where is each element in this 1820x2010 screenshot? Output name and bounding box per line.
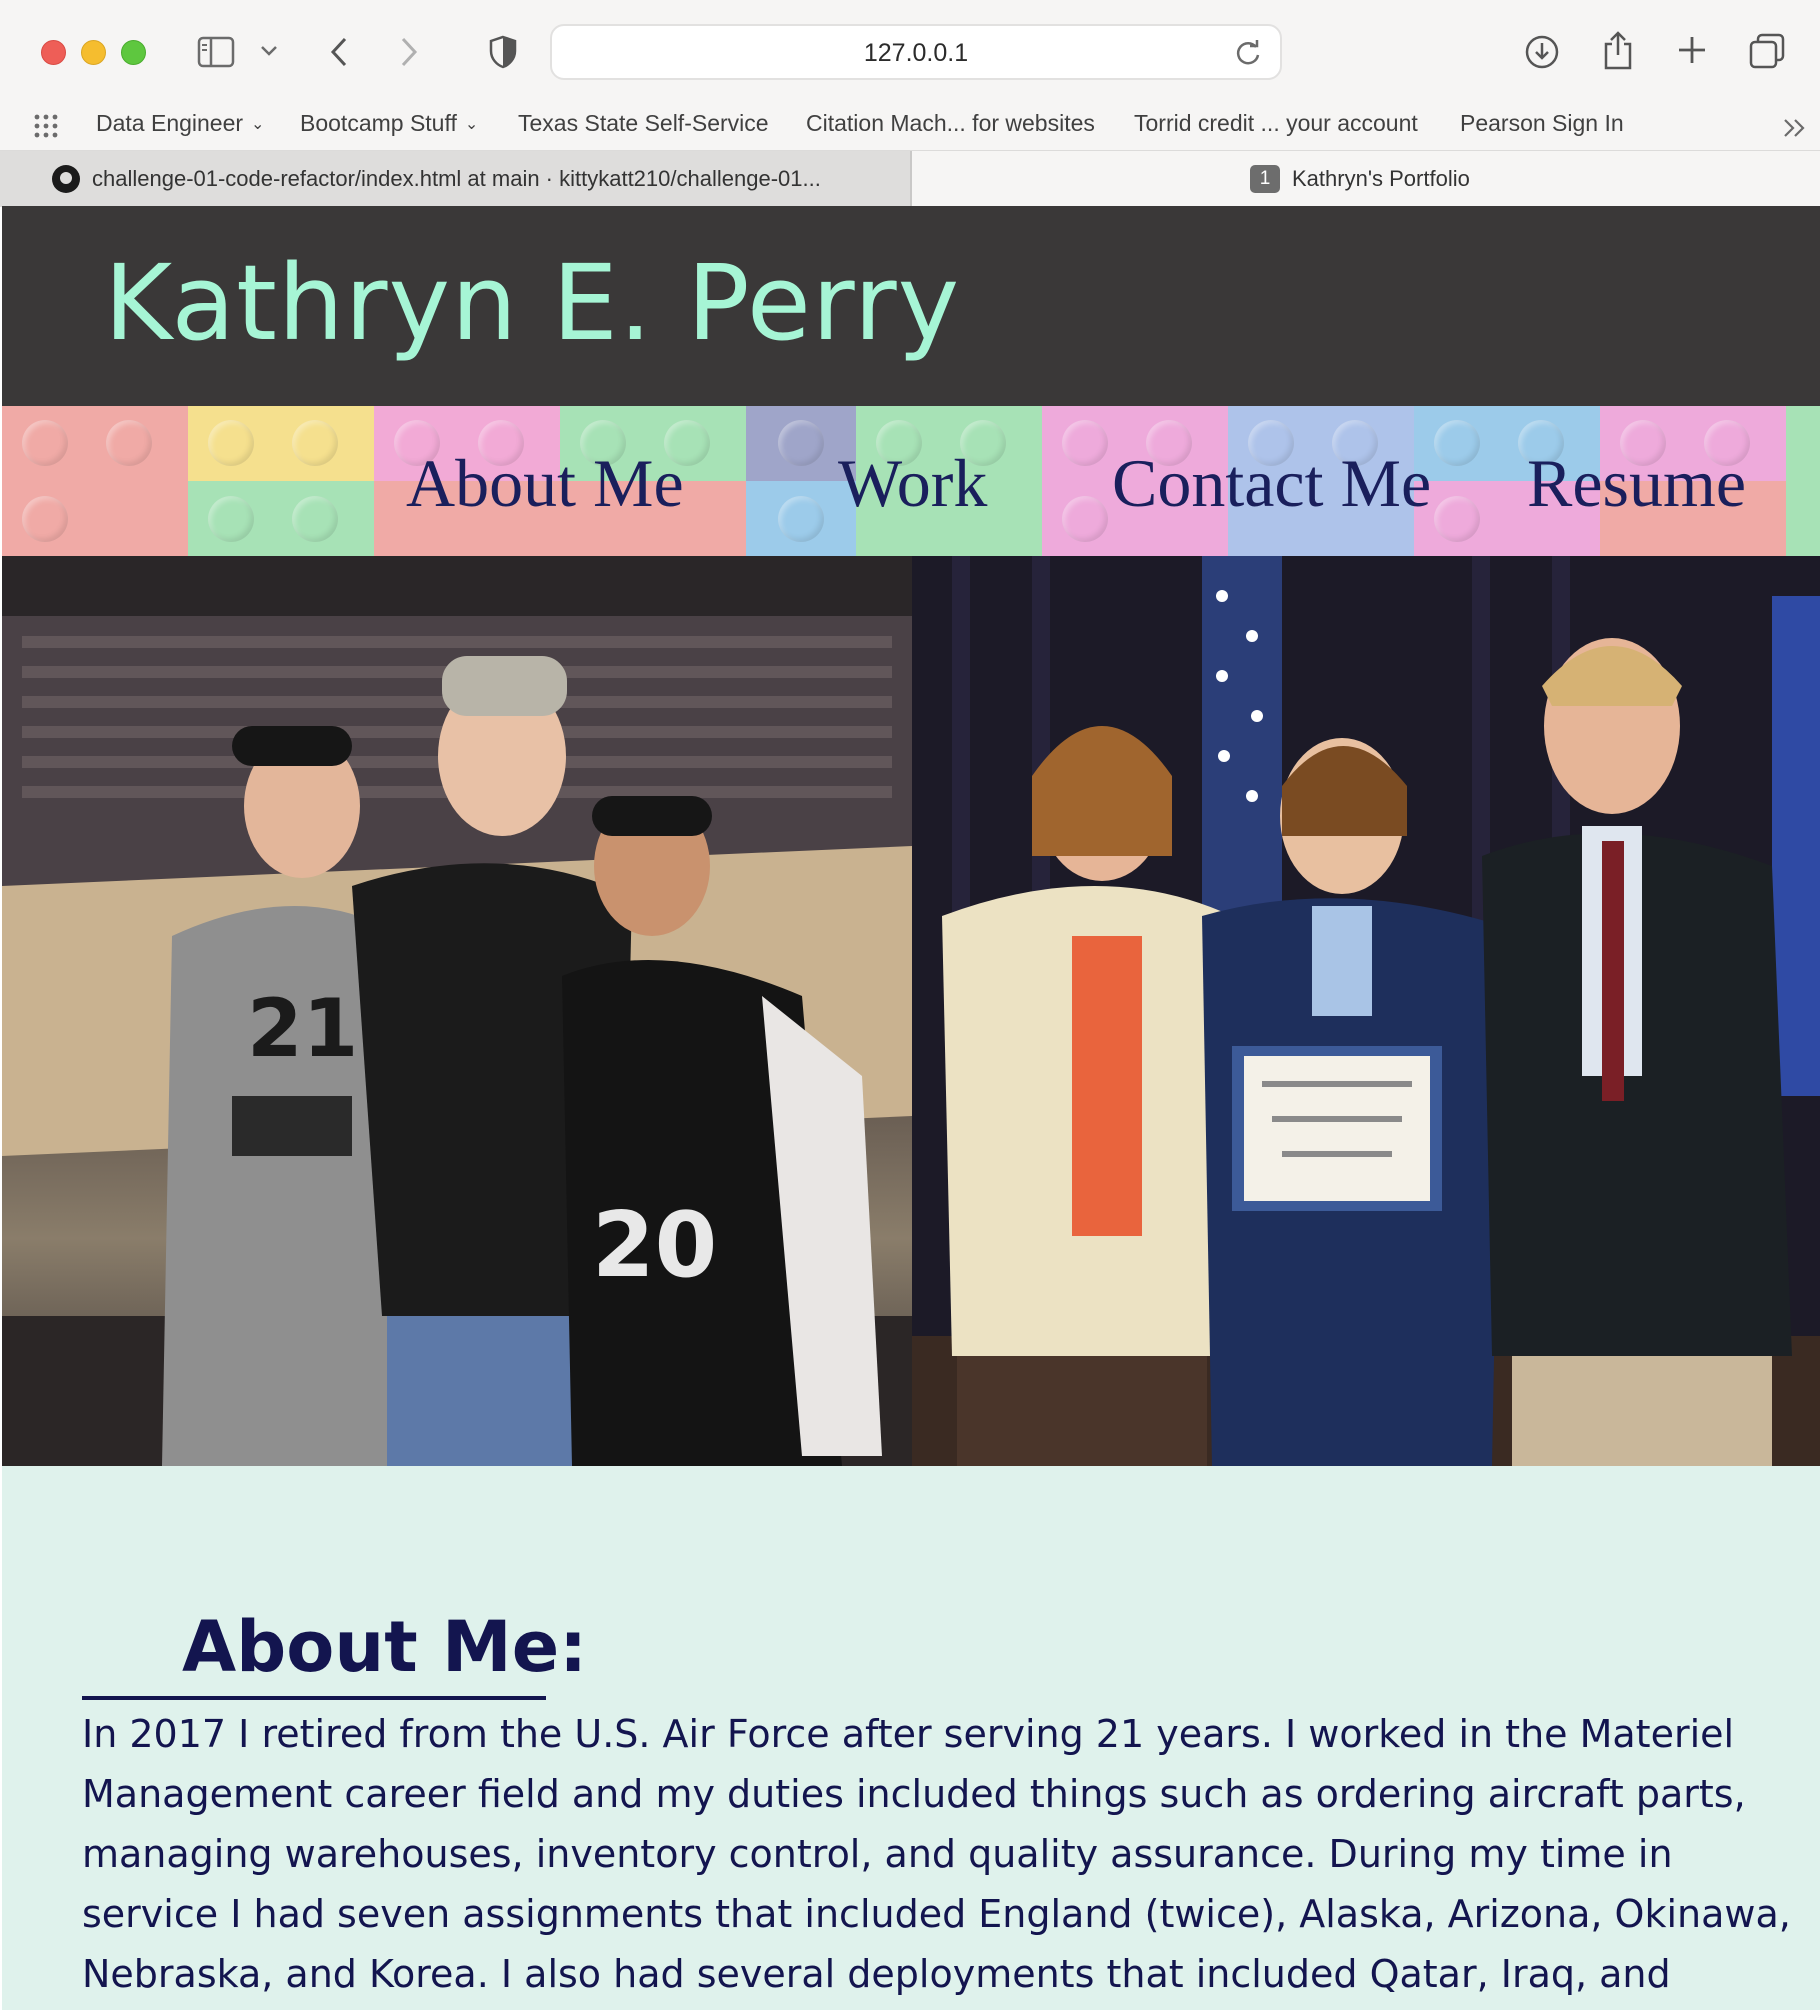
hero-photo-award [912,556,1820,1466]
zoom-window-button[interactable] [121,40,146,65]
heading-underline [82,1696,546,1700]
tab-badge: 1 [1250,165,1280,193]
nav-about-me[interactable]: About Me [406,444,684,523]
svg-text:21: 21 [247,982,358,1075]
tab-title: Kathryn's Portfolio [1292,166,1470,191]
downloads-icon[interactable] [1522,32,1562,72]
about-section: About Me: In 2017 I retired from the U.S… [2,1466,1820,2010]
bookmark-citation-machine[interactable]: Citation Mach... for websites [806,110,1095,137]
apps-grid-icon[interactable] [32,112,60,140]
chevron-down-icon: ⌄ [251,116,265,133]
site-title: Kathryn E. Perry [104,242,961,364]
hero-images: 20 21 [2,556,1820,1466]
more-bookmarks-icon[interactable] [1780,114,1810,142]
new-tab-icon[interactable] [1674,32,1710,68]
nav-resume[interactable]: Resume [1527,444,1746,523]
forward-arrow-icon[interactable] [392,32,426,72]
url-text: 127.0.0.1 [863,39,969,67]
bookmark-pearson[interactable]: Pearson Sign In [1460,110,1624,137]
chevron-down-icon[interactable] [258,40,280,62]
browser-toolbar: 127.0.0.1 [0,0,1820,104]
close-window-button[interactable] [41,40,66,65]
hero-photo-arena: 20 21 [2,556,912,1466]
main-nav: About Me Work Contact Me Resume [2,406,1820,556]
tab-bar: challenge-01-code-refactor/index.html at… [0,150,1820,207]
privacy-shield-icon[interactable] [486,32,520,72]
tab-github[interactable]: challenge-01-code-refactor/index.html at… [0,151,912,207]
site-header: Kathryn E. Perry [2,206,1820,406]
nav-contact-me[interactable]: Contact Me [1112,444,1431,523]
reload-icon[interactable] [1234,39,1262,71]
address-bar[interactable]: 127.0.0.1 [550,24,1282,80]
sidebar-toggle-icon[interactable] [196,33,236,71]
chevron-down-icon: ⌄ [464,116,479,133]
back-arrow-icon[interactable] [322,32,356,72]
webpage: Kathryn E. Perry About Me Work Contact M… [2,206,1820,2010]
share-icon[interactable] [1598,28,1638,72]
bookmarks-bar: Data Engineer ⌄ Bootcamp Stuff ⌄ Texas Sta… [0,104,1820,152]
github-icon [52,165,80,193]
svg-text:20: 20 [592,1193,717,1298]
bookmark-data-engineer[interactable]: Data Engineer ⌄ [96,110,264,137]
bookmark-label: Bootcamp Stuff [300,110,457,136]
photo-icon: 20 21 [2,556,912,1466]
nav-work[interactable]: Work [838,444,987,523]
browser-chrome: 127.0.0.1 Data Engineer ⌄ Bootcamp Stuff ⌄… [0,0,1820,207]
about-paragraph: In 2017 I retired from the U.S. Air Forc… [82,1712,1791,1996]
about-heading: About Me: [182,1606,588,1688]
bookmark-label: Data Engineer [96,110,244,136]
minimize-window-button[interactable] [81,40,106,65]
bookmark-texas-state[interactable]: Texas State Self-Service [518,110,769,137]
tab-overview-icon[interactable] [1748,32,1786,70]
photo-icon [912,556,1820,1466]
bookmark-torrid[interactable]: Torrid credit ... your account [1134,110,1418,137]
tab-portfolio[interactable]: 1 Kathryn's Portfolio [912,151,1820,207]
tab-title: challenge-01-code-refactor/index.html at… [92,166,821,191]
bookmark-bootcamp-stuff[interactable]: Bootcamp Stuff ⌄ [300,110,478,137]
